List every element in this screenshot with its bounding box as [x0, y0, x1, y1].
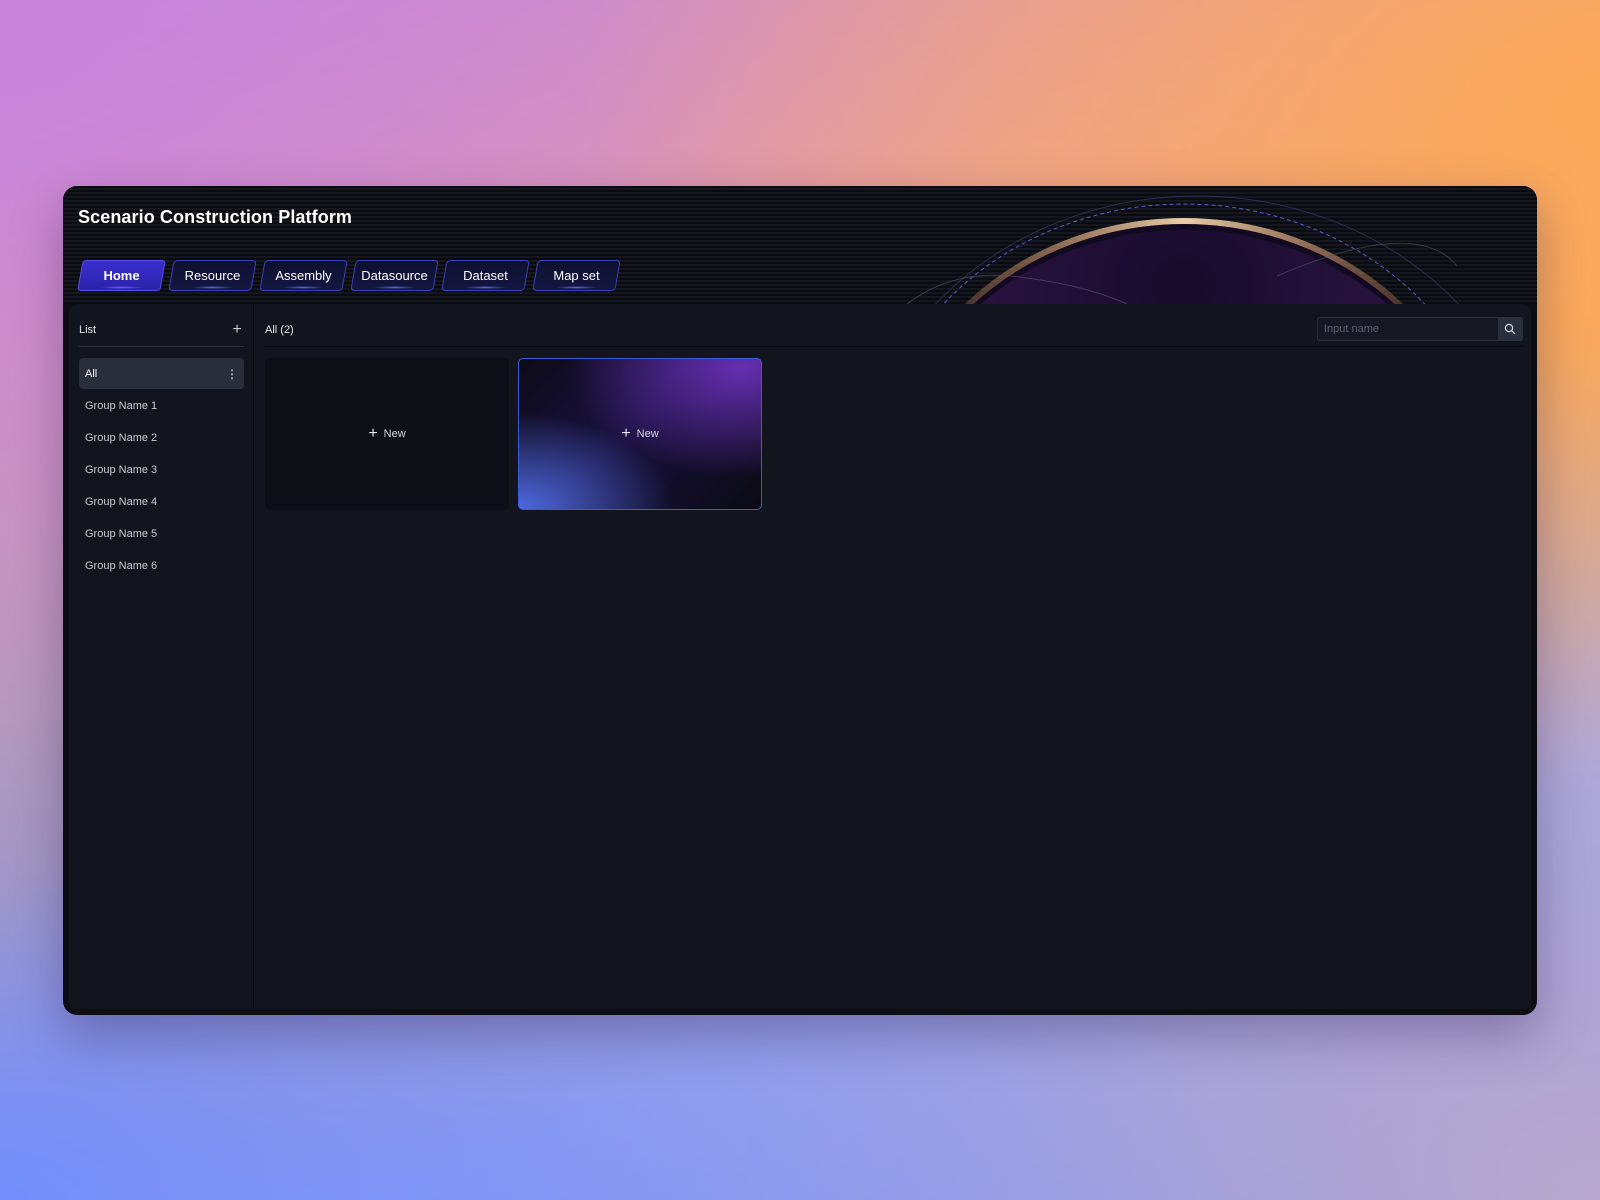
group-item-label: All [85, 367, 98, 380]
tab-datasource[interactable]: Datasource [350, 260, 439, 291]
content-panel: List + All ⋮ Group Name 1 Group Name 2 G… [69, 304, 1531, 1009]
group-item[interactable]: Group Name 1 [79, 390, 244, 421]
group-item-label: Group Name 5 [85, 527, 158, 540]
group-item-label: Group Name 6 [85, 559, 158, 572]
plus-icon: + [368, 425, 378, 442]
tab-assembly[interactable]: Assembly [259, 260, 348, 291]
group-item[interactable]: Group Name 5 [79, 518, 244, 549]
group-item-label: Group Name 2 [85, 431, 158, 444]
app-window: Scenario Construction Platform Home Reso… [63, 186, 1537, 1015]
card-label: New [636, 428, 659, 440]
tab-label: Home [103, 268, 140, 283]
main-header: All (2) [265, 314, 1523, 347]
new-item-card[interactable]: + New [518, 358, 762, 510]
tab-label: Dataset [463, 268, 508, 283]
new-item-card[interactable]: + New [265, 358, 509, 510]
group-item[interactable]: Group Name 2 [79, 422, 244, 453]
tab-resource[interactable]: Resource [168, 260, 257, 291]
group-item-label: Group Name 4 [85, 495, 158, 508]
group-item-label: Group Name 1 [85, 399, 158, 412]
group-item-label: Group Name 3 [85, 463, 158, 476]
tab-map-set[interactable]: Map set [532, 260, 621, 291]
app-title: Scenario Construction Platform [78, 207, 353, 227]
group-item[interactable]: Group Name 4 [79, 486, 244, 517]
search-input[interactable] [1318, 318, 1498, 340]
tab-label: Datasource [361, 268, 428, 283]
group-sidebar: List + All ⋮ Group Name 1 Group Name 2 G… [69, 304, 254, 1009]
search-button[interactable] [1498, 318, 1522, 340]
tab-label: Map set [553, 268, 600, 283]
main-content: All (2) + New + [255, 304, 1531, 1009]
add-group-icon[interactable]: + [230, 322, 244, 338]
item-count-label: All (2) [265, 324, 294, 336]
search-icon [1504, 323, 1516, 335]
card-grid: + New + New [265, 358, 762, 510]
card-label: New [383, 428, 406, 440]
group-list: All ⋮ Group Name 1 Group Name 2 Group Na… [79, 358, 244, 582]
sidebar-title: List [79, 324, 97, 336]
group-item[interactable]: Group Name 6 [79, 550, 244, 581]
plus-icon: + [621, 425, 631, 442]
main-nav-tabs: Home Resource Assembly Datasource Datase… [77, 260, 621, 291]
tab-home[interactable]: Home [77, 260, 166, 291]
tab-label: Assembly [275, 268, 332, 283]
group-item[interactable]: Group Name 3 [79, 454, 244, 485]
search-box [1317, 317, 1523, 341]
tab-label: Resource [184, 268, 241, 283]
group-item-all[interactable]: All ⋮ [79, 358, 244, 389]
planet-banner-graphic [906, 195, 1459, 304]
sidebar-header: List + [79, 314, 244, 347]
app-header: Scenario Construction Platform Home Reso… [63, 186, 1537, 304]
tab-dataset[interactable]: Dataset [441, 260, 530, 291]
more-vertical-icon[interactable]: ⋮ [226, 367, 238, 381]
